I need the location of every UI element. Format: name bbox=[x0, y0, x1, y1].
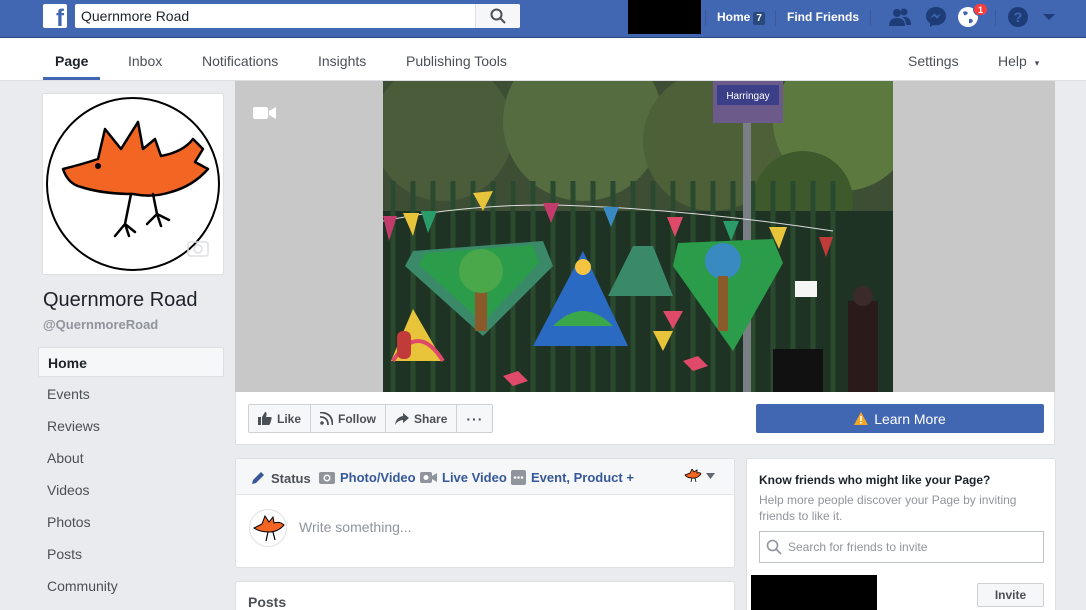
find-friends-link[interactable]: Find Friends bbox=[787, 10, 859, 24]
posts-section: Posts bbox=[235, 581, 735, 610]
photo-icon bbox=[319, 471, 335, 484]
composer-avatar bbox=[249, 509, 287, 547]
invite-search-input[interactable] bbox=[788, 540, 1028, 554]
invite-search-box bbox=[759, 531, 1044, 563]
top-navigation-bar: f Home7 Find Friends 1 ? bbox=[0, 0, 1086, 38]
search-button[interactable] bbox=[475, 4, 520, 28]
share-label: Share bbox=[414, 411, 448, 426]
photo-video-label: Photo/Video bbox=[340, 470, 416, 485]
invite-description: Help more people discover your Page by i… bbox=[759, 493, 1017, 523]
event-product-label: Event, Product + bbox=[531, 470, 634, 485]
tab-notifications[interactable]: Notifications bbox=[202, 53, 278, 69]
chevron-down-icon bbox=[706, 473, 715, 479]
sidebar-item-about[interactable]: About bbox=[38, 443, 224, 473]
page-tabs-bar: Page Inbox Notifications Insights Publis… bbox=[0, 38, 1086, 81]
composer-tab-status[interactable]: Status bbox=[250, 470, 311, 486]
learn-more-label: Learn More bbox=[874, 410, 946, 427]
redacted-profile bbox=[628, 0, 701, 34]
pencil-icon bbox=[252, 472, 264, 484]
like-button[interactable]: Like bbox=[249, 405, 312, 432]
video-camera-icon[interactable] bbox=[253, 105, 277, 124]
home-link[interactable]: Home 7 bbox=[717, 10, 765, 25]
share-button[interactable]: Share bbox=[386, 405, 458, 432]
status-label: Status bbox=[271, 470, 311, 486]
sidebar-item-photos[interactable]: Photos bbox=[38, 507, 224, 537]
invite-friends-card: Know friends who might like your Page? H… bbox=[746, 458, 1056, 610]
rss-follow-icon bbox=[320, 412, 334, 425]
nav-divider bbox=[870, 10, 871, 26]
help-question-icon[interactable]: ? bbox=[1006, 6, 1030, 28]
nav-divider bbox=[705, 10, 706, 26]
post-as-selector[interactable] bbox=[684, 469, 715, 483]
nav-divider bbox=[775, 10, 776, 26]
search-icon bbox=[766, 539, 782, 555]
svg-text:?: ? bbox=[1014, 9, 1023, 25]
invite-heading: Know friends who might like your Page? bbox=[759, 473, 991, 487]
composer-text-input[interactable]: Write something... bbox=[299, 519, 412, 535]
notification-count-badge: 1 bbox=[973, 3, 989, 16]
facebook-logo-icon[interactable]: f bbox=[43, 4, 67, 31]
friend-requests-icon[interactable] bbox=[888, 6, 912, 28]
search-icon bbox=[490, 8, 506, 24]
more-options-box-icon bbox=[511, 470, 526, 485]
more-options-button[interactable]: ··· bbox=[457, 405, 492, 432]
sidebar-item-reviews[interactable]: Reviews bbox=[38, 411, 224, 441]
sidebar-item-posts[interactable]: Posts bbox=[38, 539, 224, 569]
page-profile-picture[interactable] bbox=[42, 93, 224, 275]
search-box bbox=[75, 4, 520, 28]
tab-inbox[interactable]: Inbox bbox=[128, 53, 162, 69]
page-action-bar: Like Follow Share ··· Learn More bbox=[235, 392, 1055, 445]
posts-heading: Posts bbox=[248, 594, 287, 610]
more-dots-icon: ··· bbox=[466, 410, 484, 427]
cover-area: Harringay bbox=[235, 81, 1055, 392]
station-sign-text: Harringay bbox=[726, 91, 769, 102]
redacted-friend-name bbox=[751, 575, 877, 610]
bird-logo-image bbox=[46, 97, 220, 271]
messenger-icon[interactable] bbox=[924, 6, 948, 28]
cover-photo[interactable]: Harringay bbox=[383, 81, 893, 392]
sidebar-item-community[interactable]: Community bbox=[38, 571, 224, 601]
composer-tab-event-product[interactable]: Event, Product + bbox=[511, 470, 634, 485]
thumbs-up-icon bbox=[258, 412, 272, 425]
invite-button[interactable]: Invite bbox=[977, 583, 1044, 607]
tab-page[interactable]: Page bbox=[55, 53, 88, 69]
composer-tab-photo-video[interactable]: Photo/Video bbox=[319, 470, 416, 485]
follow-label: Follow bbox=[338, 411, 377, 426]
tab-publishing-tools[interactable]: Publishing Tools bbox=[406, 53, 507, 69]
sidebar-item-home[interactable]: Home bbox=[38, 347, 224, 377]
live-video-icon bbox=[420, 472, 437, 483]
home-count-badge: 7 bbox=[753, 12, 765, 25]
post-composer: Status Photo/Video Live Video Event, Pro… bbox=[235, 458, 735, 568]
active-tab-indicator bbox=[43, 77, 100, 80]
help-caret-icon: ▾ bbox=[1034, 58, 1040, 68]
page-avatar-small-icon bbox=[684, 469, 702, 483]
learn-more-button[interactable]: Learn More bbox=[756, 404, 1044, 433]
share-arrow-icon bbox=[395, 412, 410, 425]
sidebar-item-videos[interactable]: Videos bbox=[38, 475, 224, 505]
page-handle[interactable]: @QuernmoreRoad bbox=[43, 317, 158, 332]
tab-insights[interactable]: Insights bbox=[318, 53, 366, 69]
nav-divider bbox=[995, 10, 996, 26]
like-label: Like bbox=[277, 411, 302, 426]
tab-help[interactable]: Help ▾ bbox=[998, 53, 1039, 69]
follow-button[interactable]: Follow bbox=[311, 405, 387, 432]
account-menu-chevron-icon[interactable] bbox=[1037, 6, 1061, 28]
composer-tab-live-video[interactable]: Live Video bbox=[420, 470, 507, 485]
page-actions-group: Like Follow Share ··· bbox=[248, 404, 494, 433]
tab-settings[interactable]: Settings bbox=[908, 53, 959, 69]
help-label: Help bbox=[998, 53, 1027, 69]
page-title: Quernmore Road bbox=[43, 289, 198, 311]
composer-tabs: Status Photo/Video Live Video Event, Pro… bbox=[236, 459, 734, 495]
warning-triangle-icon bbox=[854, 412, 869, 425]
live-video-label: Live Video bbox=[442, 470, 507, 485]
sidebar-item-events[interactable]: Events bbox=[38, 379, 224, 409]
home-label: Home bbox=[717, 10, 751, 24]
search-input[interactable] bbox=[75, 4, 475, 28]
